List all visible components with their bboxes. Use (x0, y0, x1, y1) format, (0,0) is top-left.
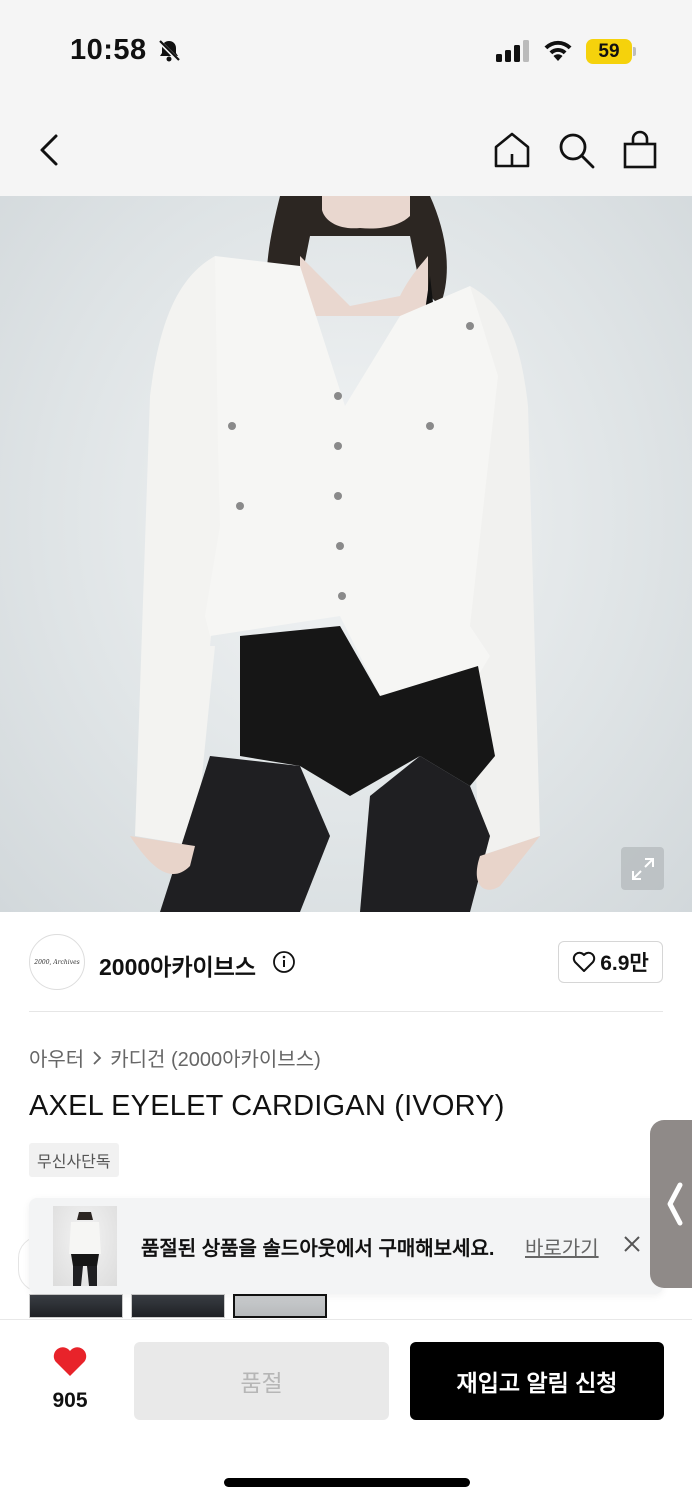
breadcrumb-category[interactable]: 아우터 (29, 1043, 84, 1072)
breadcrumb-subcategory[interactable]: 카디건 (2000아카이브스) (110, 1043, 321, 1072)
battery-tip (633, 47, 636, 56)
expand-icon (631, 857, 654, 880)
search-icon[interactable] (556, 130, 596, 170)
home-indicator[interactable] (224, 1478, 470, 1487)
bottom-action-bar: 905 품절 재입고 알림 신청 (0, 1319, 692, 1500)
info-icon[interactable] (272, 950, 296, 974)
product-image[interactable] (0, 196, 692, 912)
color-thumbnail[interactable] (29, 1294, 123, 1318)
wifi-icon (544, 40, 572, 61)
shopping-bag-icon[interactable] (620, 130, 660, 170)
color-thumbnails (29, 1294, 327, 1318)
bell-muted-icon (157, 39, 181, 63)
brand-row: 2000, Archives 2000아카이브스 6.9만 (0, 912, 692, 1012)
close-icon[interactable] (622, 1234, 642, 1254)
toast-product-thumbnail (53, 1206, 117, 1286)
product-photo-illustration (130, 196, 540, 912)
soldout-toast: 품절된 상품을 솔드아웃에서 구매해보세요. 바로가기 (29, 1198, 663, 1294)
brand-name[interactable]: 2000아카이브스 (99, 948, 256, 982)
brand-like-button[interactable]: 6.9만 (558, 941, 663, 983)
heart-outline-icon (573, 951, 596, 972)
clock: 10:58 (70, 34, 147, 66)
top-navigation (0, 100, 692, 196)
color-thumbnail[interactable] (131, 1294, 225, 1318)
chevron-left-icon (667, 1182, 683, 1226)
brand-logo[interactable]: 2000, Archives (29, 934, 85, 990)
battery-indicator: 59 (586, 39, 632, 64)
breadcrumb: 아우터 카디건 (2000아카이브스) (29, 1043, 321, 1072)
brand-like-count: 6.9만 (600, 952, 649, 975)
wishlist-button[interactable]: 905 (40, 1346, 100, 1413)
home-icon[interactable] (492, 130, 532, 170)
product-title: AXEL EYELET CARDIGAN (IVORY) (29, 1090, 505, 1122)
wishlist-count: 905 (52, 1389, 88, 1412)
back-icon[interactable] (34, 132, 64, 168)
status-bar: 10:58 59 (0, 0, 692, 100)
divider (29, 1011, 663, 1012)
cellular-signal-icon (496, 40, 529, 62)
toast-message: 품절된 상품을 솔드아웃에서 구매해보세요. (141, 1237, 495, 1260)
toast-shortcut-link[interactable]: 바로가기 (525, 1232, 599, 1261)
color-thumbnail-selected[interactable] (233, 1294, 327, 1318)
heart-filled-icon (53, 1347, 87, 1376)
expand-image-button[interactable] (621, 847, 664, 890)
exclusive-badge: 무신사단독 (29, 1143, 119, 1177)
restock-alert-button[interactable]: 재입고 알림 신청 (410, 1342, 664, 1420)
chevron-right-icon (90, 1050, 104, 1066)
soldout-button: 품절 (134, 1342, 389, 1420)
side-panel-handle[interactable] (650, 1120, 692, 1288)
